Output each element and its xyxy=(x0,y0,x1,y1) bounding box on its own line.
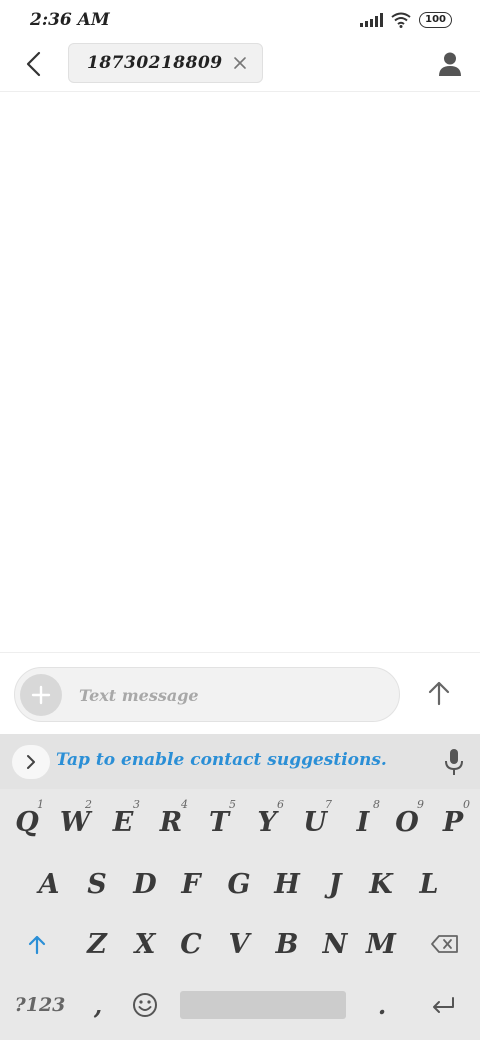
key-hint: 3 xyxy=(133,798,140,811)
key-r[interactable]: R4 xyxy=(148,798,194,842)
conversation-area xyxy=(0,92,480,652)
key-hint: 8 xyxy=(373,798,380,811)
microphone-icon[interactable] xyxy=(442,747,466,777)
recipient-number: 18730218809 xyxy=(87,53,223,73)
close-icon[interactable] xyxy=(232,55,248,71)
key-c[interactable]: C xyxy=(168,924,214,964)
key-b[interactable]: B xyxy=(264,924,310,964)
comma-key[interactable]: , xyxy=(78,986,118,1024)
key-hint: 4 xyxy=(181,798,188,811)
wifi-icon xyxy=(391,12,411,28)
period-key[interactable]: . xyxy=(362,986,402,1024)
key-y[interactable]: Y6 xyxy=(244,798,290,842)
contact-suggestions-prompt[interactable]: Tap to enable contact suggestions. xyxy=(56,750,387,770)
key-l[interactable]: L xyxy=(406,864,452,904)
plus-icon xyxy=(31,685,51,705)
emoji-key[interactable] xyxy=(124,986,166,1024)
shift-arrow-icon xyxy=(28,935,46,955)
key-hint: 6 xyxy=(277,798,284,811)
expand-button[interactable] xyxy=(12,745,50,779)
key-hint: 1 xyxy=(37,798,44,811)
key-j[interactable]: J xyxy=(312,864,358,904)
symbols-key[interactable]: ?123 xyxy=(8,986,72,1024)
key-n[interactable]: N xyxy=(312,924,358,964)
key-w[interactable]: W2 xyxy=(52,798,98,842)
key-hint: 9 xyxy=(417,798,424,811)
message-input[interactable] xyxy=(79,680,379,710)
key-i[interactable]: I8 xyxy=(340,798,386,842)
key-hint: 7 xyxy=(325,798,332,811)
enter-key[interactable] xyxy=(418,986,468,1024)
signal-icon xyxy=(360,13,384,27)
back-arrow-icon[interactable] xyxy=(20,50,48,78)
key-h[interactable]: H xyxy=(264,864,310,904)
key-hint: 5 xyxy=(229,798,236,811)
compose-bar xyxy=(0,652,480,734)
status-icons: 100 xyxy=(360,12,452,28)
suggestion-bar: Tap to enable contact suggestions. xyxy=(0,734,480,789)
backspace-key[interactable] xyxy=(420,924,470,964)
backspace-icon xyxy=(431,935,458,953)
enter-icon xyxy=(433,997,454,1013)
key-o[interactable]: O9 xyxy=(384,798,430,842)
shift-key[interactable] xyxy=(12,924,62,964)
key-z[interactable]: Z xyxy=(74,924,120,964)
chevron-right-icon xyxy=(27,755,35,769)
key-u[interactable]: U7 xyxy=(292,798,338,842)
key-hint: 0 xyxy=(463,798,470,811)
key-t[interactable]: T5 xyxy=(196,798,242,842)
key-m[interactable]: M xyxy=(358,924,404,964)
person-icon[interactable] xyxy=(436,50,464,78)
battery-icon: 100 xyxy=(419,12,452,28)
keyboard: Tap to enable contact suggestions. Q1 W2… xyxy=(0,734,480,1040)
emoji-icon xyxy=(133,993,157,1017)
recipient-chip[interactable]: 18730218809 xyxy=(68,43,263,83)
send-button[interactable] xyxy=(426,679,452,707)
conversation-header: 18730218809 xyxy=(0,42,480,92)
key-v[interactable]: V xyxy=(216,924,262,964)
key-q[interactable]: Q1 xyxy=(4,798,50,842)
key-x[interactable]: X xyxy=(122,924,168,964)
space-key[interactable] xyxy=(180,991,346,1019)
key-hint: 2 xyxy=(85,798,92,811)
add-attachment-button[interactable] xyxy=(20,674,62,716)
status-bar: 2:36 AM 100 xyxy=(0,0,480,42)
key-k[interactable]: K xyxy=(358,864,404,904)
key-s[interactable]: S xyxy=(74,864,120,904)
key-p[interactable]: P0 xyxy=(430,798,476,842)
key-g[interactable]: G xyxy=(216,864,262,904)
compose-field xyxy=(14,667,400,722)
key-a[interactable]: A xyxy=(26,864,72,904)
key-d[interactable]: D xyxy=(122,864,168,904)
key-f[interactable]: F xyxy=(168,864,214,904)
status-time: 2:36 AM xyxy=(30,10,110,30)
key-e[interactable]: E3 xyxy=(100,798,146,842)
